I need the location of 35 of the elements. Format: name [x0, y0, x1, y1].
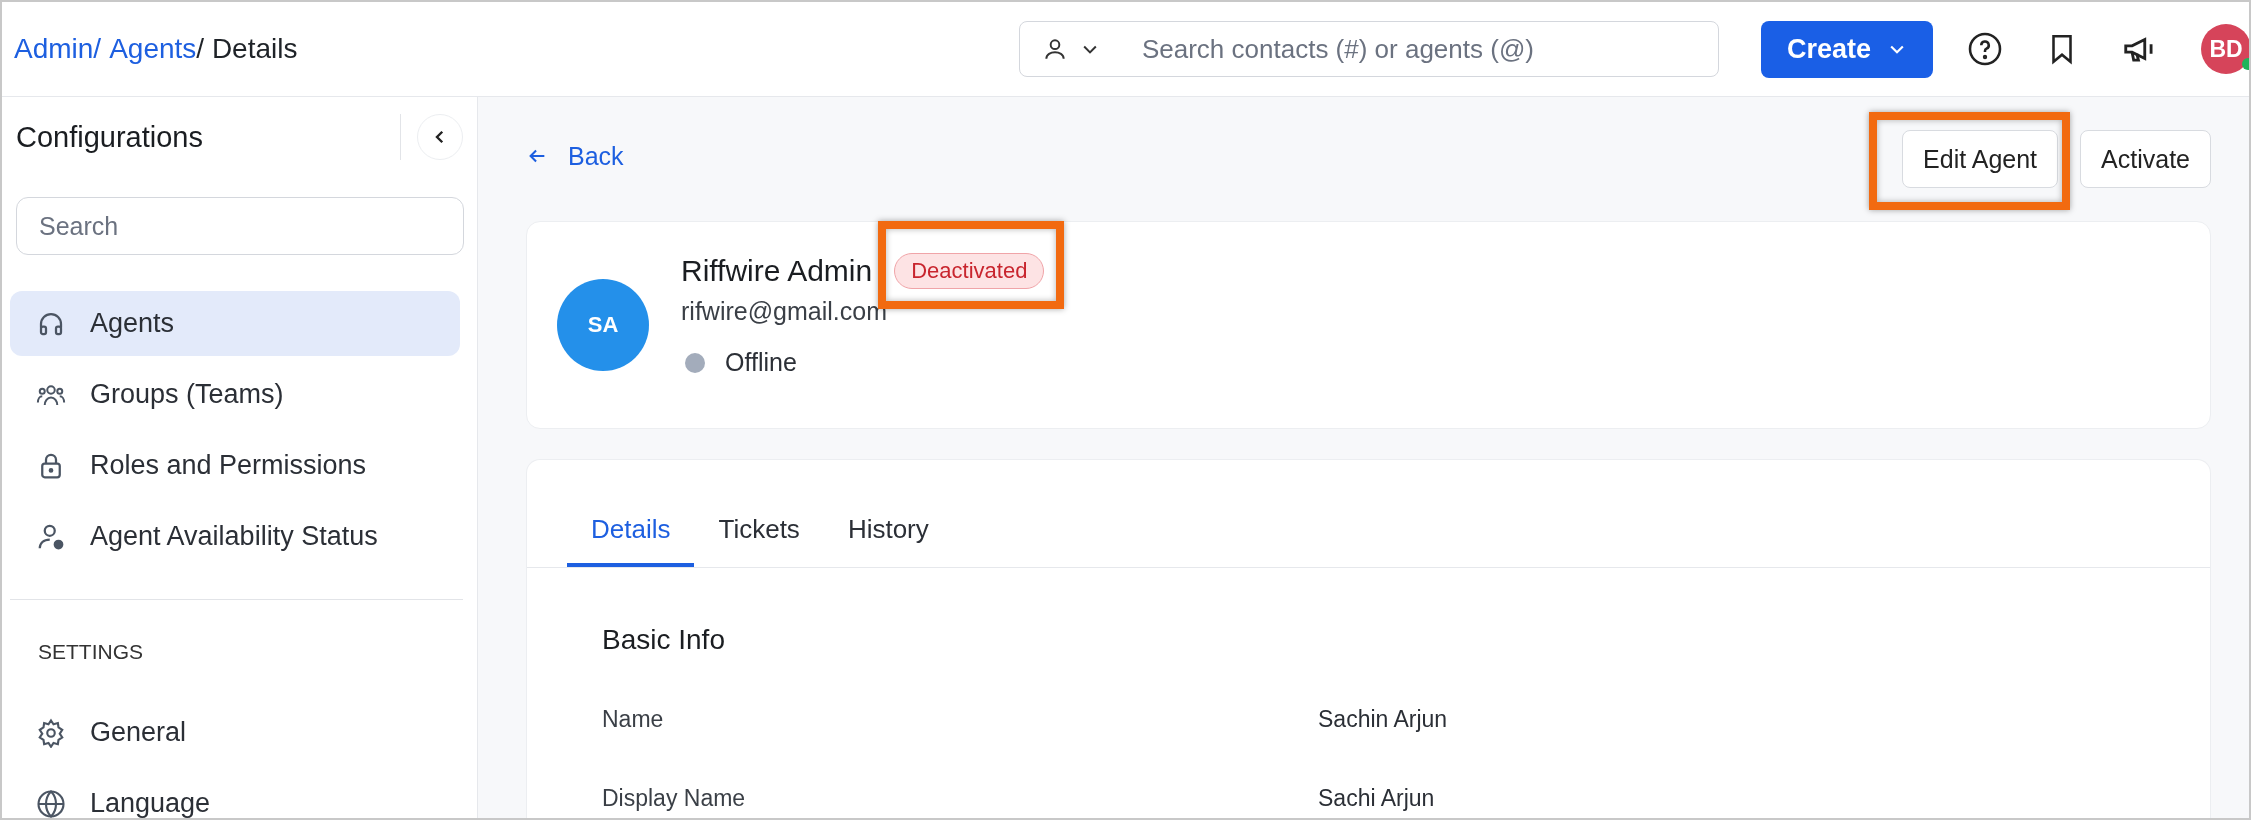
sidebar-item[interactable]: Agent Availability Status	[10, 504, 460, 569]
agent-avatar: SA	[557, 279, 649, 371]
breadcrumb-current: / Details	[196, 33, 298, 65]
sidebar-item[interactable]: Groups (Teams)	[10, 362, 460, 427]
agent-name: Riffwire Admin	[681, 254, 873, 288]
breadcrumb-link[interactable]: Admin/	[14, 33, 102, 65]
action-button[interactable]: Activate	[2080, 130, 2211, 188]
agent-email: rifwire@gmail.com	[681, 297, 888, 326]
back-link[interactable]: Back	[526, 135, 624, 177]
sidebar-title: Configurations	[16, 120, 204, 154]
action-button[interactable]: Edit Agent	[1902, 130, 2059, 188]
sidebar-item[interactable]: Agents	[10, 291, 460, 356]
section-heading: SETTINGS	[38, 640, 144, 664]
sidebar-search-field[interactable]: Search	[16, 197, 464, 255]
sidebar-item[interactable]: Roles and Permissions	[10, 433, 460, 498]
globe-icon	[36, 788, 66, 818]
sidebar-item[interactable]: Language	[10, 771, 460, 818]
create-button[interactable]: Create	[1760, 20, 1933, 78]
field-label: Display Name	[602, 785, 747, 813]
tab[interactable]: Tickets	[694, 495, 824, 567]
section-title: Basic Info	[602, 624, 726, 656]
settings-icon	[36, 717, 66, 748]
presence-status: Offline	[725, 348, 797, 377]
search-box[interactable]: Search contacts (#) or agents (@)	[1018, 21, 1719, 77]
field-value: Sachi Arjun	[1318, 785, 1435, 813]
help-icon[interactable]	[1967, 31, 2003, 67]
field-value: Sachin Arjun	[1318, 706, 1448, 734]
tab[interactable]: Details	[567, 495, 695, 567]
search-field[interactable]: Search contacts (#) or agents (@)	[1139, 32, 1698, 66]
tab[interactable]: History	[823, 495, 953, 567]
user-avatar[interactable]: BD	[2201, 24, 2249, 74]
field-label: Name	[602, 706, 665, 734]
sidebar-item[interactable]: General	[10, 700, 460, 765]
breadcrumb-link[interactable]: Agents	[109, 33, 197, 65]
status-badge: Deactivated	[894, 253, 1045, 289]
